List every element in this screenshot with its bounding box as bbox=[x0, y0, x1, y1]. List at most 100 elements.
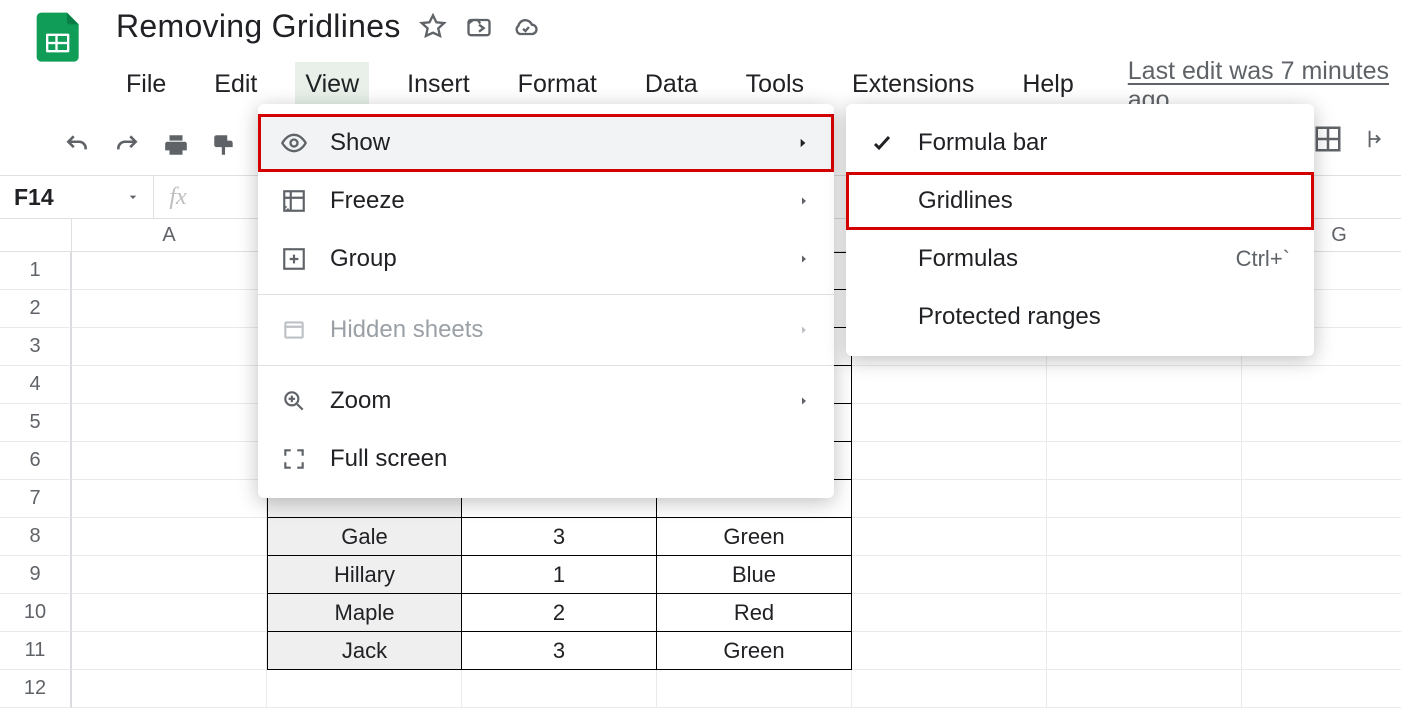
cell[interactable] bbox=[72, 290, 267, 328]
cell[interactable]: Jack bbox=[267, 632, 462, 670]
row-header[interactable]: 9 bbox=[0, 556, 72, 594]
cell[interactable] bbox=[852, 366, 1047, 404]
cell[interactable]: Green bbox=[657, 518, 852, 556]
redo-icon[interactable] bbox=[112, 132, 142, 158]
submenu-gridlines-label: Gridlines bbox=[918, 187, 1290, 215]
cell[interactable] bbox=[72, 252, 267, 290]
view-group[interactable]: Group bbox=[258, 230, 834, 288]
cell[interactable] bbox=[1047, 632, 1242, 670]
view-hidden-sheets-label: Hidden sheets bbox=[330, 316, 778, 344]
cell[interactable]: Gale bbox=[267, 518, 462, 556]
row-header[interactable]: 3 bbox=[0, 328, 72, 366]
cell[interactable]: Red bbox=[657, 594, 852, 632]
cell[interactable] bbox=[1047, 366, 1242, 404]
cell[interactable]: 3 bbox=[462, 632, 657, 670]
zoom-icon bbox=[278, 388, 310, 414]
select-all-corner[interactable] bbox=[0, 219, 72, 251]
paint-format-icon[interactable] bbox=[210, 132, 238, 158]
cell[interactable] bbox=[1047, 480, 1242, 518]
cell[interactable]: Maple bbox=[267, 594, 462, 632]
cell[interactable] bbox=[1242, 518, 1401, 556]
cell[interactable] bbox=[852, 404, 1047, 442]
submenu-protected-ranges[interactable]: Protected ranges bbox=[846, 288, 1314, 346]
cell[interactable] bbox=[852, 594, 1047, 632]
submenu-protected-ranges-label: Protected ranges bbox=[918, 303, 1290, 331]
cell[interactable] bbox=[1047, 594, 1242, 632]
cell[interactable]: 3 bbox=[462, 518, 657, 556]
row-header[interactable]: 1 bbox=[0, 252, 72, 290]
cell[interactable] bbox=[852, 632, 1047, 670]
name-box[interactable]: F14 bbox=[0, 176, 154, 218]
row-header[interactable]: 5 bbox=[0, 404, 72, 442]
row-header[interactable]: 8 bbox=[0, 518, 72, 556]
star-icon[interactable] bbox=[419, 13, 447, 41]
cell[interactable] bbox=[852, 518, 1047, 556]
cell[interactable]: Blue bbox=[657, 556, 852, 594]
cell[interactable] bbox=[1242, 404, 1401, 442]
cell[interactable] bbox=[1242, 670, 1401, 708]
cell[interactable] bbox=[72, 442, 267, 480]
cell[interactable] bbox=[1242, 594, 1401, 632]
row-header[interactable]: 2 bbox=[0, 290, 72, 328]
cell[interactable] bbox=[72, 480, 267, 518]
menu-edit[interactable]: Edit bbox=[204, 62, 267, 111]
document-header: Removing Gridlines File Edit View Insert… bbox=[0, 0, 1401, 115]
row-header[interactable]: 4 bbox=[0, 366, 72, 404]
move-icon[interactable] bbox=[465, 13, 493, 41]
cell[interactable]: Green bbox=[657, 632, 852, 670]
cell[interactable] bbox=[72, 404, 267, 442]
cell[interactable] bbox=[267, 670, 462, 708]
cell[interactable] bbox=[1047, 556, 1242, 594]
view-show[interactable]: Show bbox=[258, 114, 834, 172]
fullscreen-icon bbox=[278, 446, 310, 472]
row-header[interactable]: 11 bbox=[0, 632, 72, 670]
row-header[interactable]: 6 bbox=[0, 442, 72, 480]
row-header[interactable]: 12 bbox=[0, 670, 72, 708]
cell[interactable] bbox=[852, 480, 1047, 518]
cell[interactable]: 2 bbox=[462, 594, 657, 632]
cell[interactable] bbox=[1242, 632, 1401, 670]
cell[interactable] bbox=[1242, 366, 1401, 404]
undo-icon[interactable] bbox=[62, 132, 92, 158]
sheets-logo bbox=[32, 8, 88, 64]
row-header[interactable]: 7 bbox=[0, 480, 72, 518]
view-freeze[interactable]: Freeze bbox=[258, 172, 834, 230]
print-icon[interactable] bbox=[162, 132, 190, 158]
cell[interactable] bbox=[72, 594, 267, 632]
row-header[interactable]: 10 bbox=[0, 594, 72, 632]
cell[interactable]: 1 bbox=[462, 556, 657, 594]
cell[interactable] bbox=[72, 556, 267, 594]
cell[interactable] bbox=[1047, 518, 1242, 556]
document-title[interactable]: Removing Gridlines bbox=[116, 8, 401, 45]
merge-icon[interactable] bbox=[1365, 124, 1387, 154]
view-zoom[interactable]: Zoom bbox=[258, 372, 834, 430]
cell[interactable] bbox=[72, 328, 267, 366]
view-hidden-sheets: Hidden sheets bbox=[258, 301, 834, 359]
cell[interactable] bbox=[852, 556, 1047, 594]
cell[interactable] bbox=[1242, 442, 1401, 480]
cell[interactable] bbox=[1242, 556, 1401, 594]
submenu-gridlines[interactable]: Gridlines bbox=[846, 172, 1314, 230]
cell[interactable]: Hillary bbox=[267, 556, 462, 594]
submenu-formulas[interactable]: Formulas Ctrl+` bbox=[846, 230, 1314, 288]
cell[interactable] bbox=[1242, 480, 1401, 518]
cell[interactable] bbox=[72, 670, 267, 708]
view-full-screen[interactable]: Full screen bbox=[258, 430, 834, 488]
cell[interactable] bbox=[852, 670, 1047, 708]
cell[interactable] bbox=[1047, 442, 1242, 480]
column-header-A[interactable]: A bbox=[72, 219, 267, 251]
cell[interactable] bbox=[462, 670, 657, 708]
borders-icon[interactable] bbox=[1313, 124, 1343, 154]
cell[interactable] bbox=[1047, 404, 1242, 442]
menu-file[interactable]: File bbox=[116, 62, 176, 111]
name-box-value: F14 bbox=[14, 184, 54, 211]
cell[interactable] bbox=[1047, 670, 1242, 708]
cell[interactable] bbox=[657, 670, 852, 708]
cell[interactable] bbox=[72, 366, 267, 404]
cloud-status-icon[interactable] bbox=[511, 13, 541, 41]
cell[interactable] bbox=[852, 442, 1047, 480]
cell[interactable] bbox=[72, 518, 267, 556]
submenu-formula-bar[interactable]: Formula bar bbox=[846, 114, 1314, 172]
cell[interactable] bbox=[72, 632, 267, 670]
submenu-formulas-shortcut: Ctrl+` bbox=[1236, 246, 1290, 272]
